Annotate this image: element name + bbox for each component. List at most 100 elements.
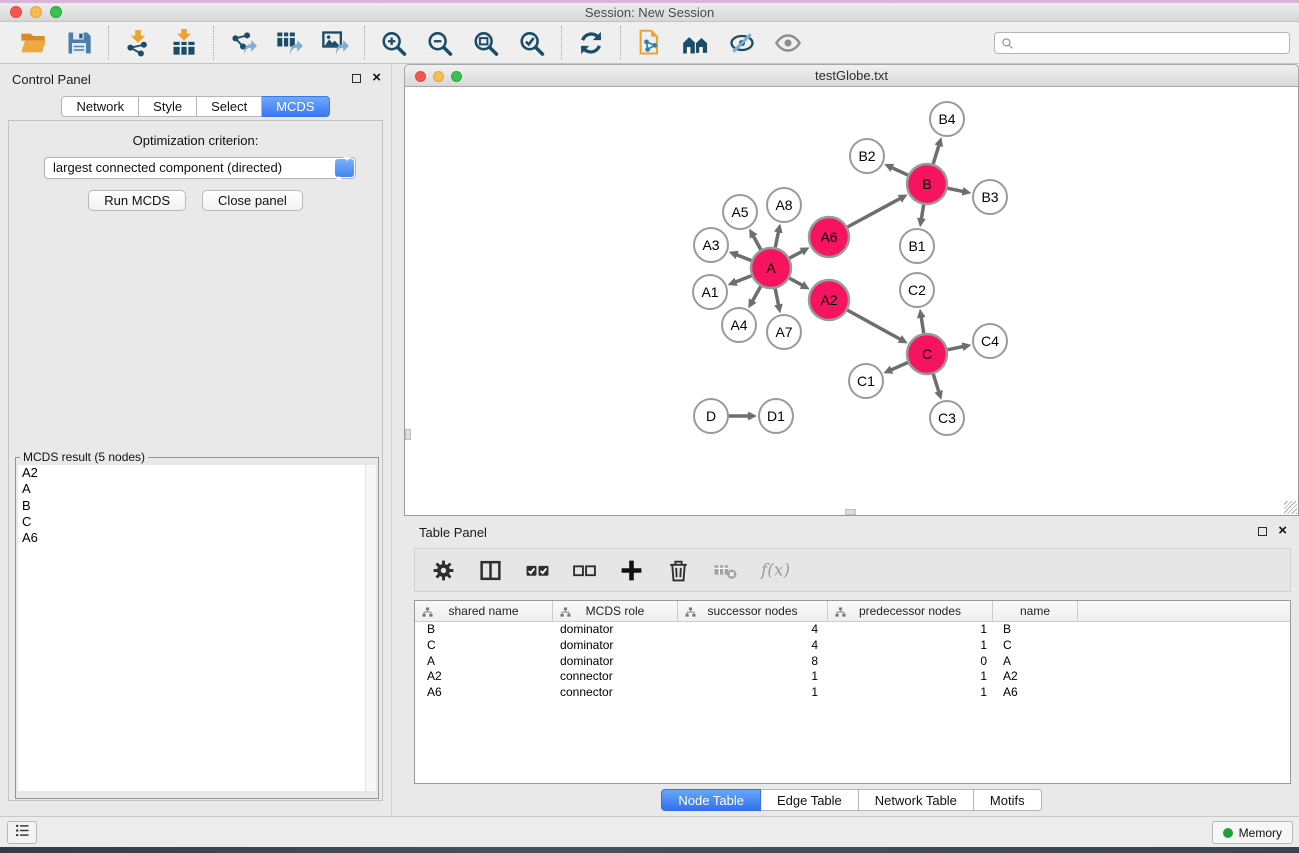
graph-edge-A-A8[interactable] (774, 224, 783, 249)
column-header-mcds-role[interactable]: MCDS role (553, 601, 678, 621)
window-resize-grip[interactable] (1284, 501, 1297, 514)
tab-edge-table[interactable]: Edge Table (761, 789, 859, 811)
tab-network-table[interactable]: Network Table (859, 789, 974, 811)
minimize-window-button[interactable] (30, 6, 42, 18)
graph-node-C2[interactable]: C2 (900, 273, 934, 307)
float-panel-icon[interactable] (352, 74, 361, 83)
zoom-window-button[interactable] (50, 6, 62, 18)
function-builder-icon[interactable]: f(x) (757, 555, 797, 585)
graph-node-B4[interactable]: B4 (930, 102, 964, 136)
column-header-successor-nodes[interactable]: successor nodes (678, 601, 828, 621)
graph-node-B2[interactable]: B2 (850, 139, 884, 173)
table-row[interactable]: A2connector11A2 (415, 669, 1290, 685)
import-network-icon[interactable] (122, 27, 154, 59)
refresh-view-icon[interactable] (575, 27, 607, 59)
list-scrollbar[interactable] (365, 465, 376, 791)
column-header-name[interactable]: name (993, 601, 1078, 621)
close-table-panel-icon[interactable]: × (1278, 525, 1287, 537)
graph-node-A2[interactable]: A2 (809, 280, 849, 320)
close-window-button[interactable] (10, 6, 22, 18)
graph-node-C1[interactable]: C1 (849, 364, 883, 398)
graph-node-A7[interactable]: A7 (767, 315, 801, 349)
graph-edge-A-A3[interactable] (729, 251, 753, 261)
graph-edge-B-B1[interactable] (917, 204, 926, 227)
graph-edge-A6-B[interactable] (847, 194, 908, 227)
zoom-selected-icon[interactable] (516, 27, 548, 59)
tab-mcds[interactable]: MCDS (262, 96, 329, 117)
mcds-result-item[interactable]: A (18, 481, 376, 497)
network-graph[interactable]: B4B2BB3A8A5A6A3B1AC2A1A2A4A7C4CC1DD1C3 (405, 87, 1298, 514)
table-row[interactable]: A6connector11A6 (415, 685, 1290, 701)
delete-row-icon[interactable] (663, 555, 693, 585)
graph-node-A4[interactable]: A4 (722, 308, 756, 342)
network-close-button[interactable] (415, 71, 426, 82)
birds-eye-handle-left[interactable] (405, 429, 411, 440)
graph-node-C4[interactable]: C4 (973, 324, 1007, 358)
criterion-dropdown[interactable]: largest connected component (directed) (44, 157, 356, 179)
hide-graphics-details-icon[interactable] (726, 27, 758, 59)
graph-edge-D-D1[interactable] (728, 412, 757, 421)
column-header-shared-name[interactable]: shared name (415, 601, 553, 621)
graph-edge-A-A1[interactable] (728, 275, 753, 286)
graph-edge-B-B4[interactable] (933, 137, 943, 165)
table-settings-icon[interactable] (428, 555, 458, 585)
import-table-icon[interactable] (168, 27, 200, 59)
graph-node-C[interactable]: C (907, 334, 947, 374)
export-image-icon[interactable] (319, 27, 351, 59)
graph-node-C3[interactable]: C3 (930, 401, 964, 435)
graph-edge-A-A7[interactable] (774, 288, 783, 314)
graph-edge-A-A2[interactable] (789, 278, 810, 290)
float-table-panel-icon[interactable] (1258, 527, 1267, 536)
graph-node-A5[interactable]: A5 (723, 195, 757, 229)
graph-node-B[interactable]: B (907, 164, 947, 204)
graph-node-B3[interactable]: B3 (973, 180, 1007, 214)
graph-node-D[interactable]: D (694, 399, 728, 433)
tab-style[interactable]: Style (139, 96, 197, 117)
birds-eye-handle-bottom[interactable] (845, 509, 856, 515)
table-row[interactable]: Adominator80A (415, 654, 1290, 670)
table-row[interactable]: Bdominator41B (415, 622, 1290, 638)
graph-node-A6[interactable]: A6 (809, 217, 849, 257)
graph-edge-B-B2[interactable] (884, 164, 909, 176)
zoom-in-icon[interactable] (378, 27, 410, 59)
memory-button[interactable]: Memory (1212, 821, 1293, 844)
tab-node-table[interactable]: Node Table (661, 789, 761, 811)
network-window-titlebar[interactable]: testGlobe.txt (404, 64, 1299, 87)
zoom-fit-icon[interactable] (470, 27, 502, 59)
network-minimize-button[interactable] (433, 71, 444, 82)
export-network-icon[interactable] (227, 27, 259, 59)
graph-edge-A2-C[interactable] (847, 310, 908, 344)
open-folder-icon[interactable] (17, 27, 49, 59)
select-all-icon[interactable] (522, 555, 552, 585)
graph-edge-C-C1[interactable] (883, 362, 908, 374)
graph-node-A3[interactable]: A3 (694, 228, 728, 262)
tab-select[interactable]: Select (197, 96, 262, 117)
home-layout-icon[interactable] (680, 27, 712, 59)
search-input[interactable] (1019, 34, 1285, 52)
close-panel-icon[interactable]: × (372, 72, 381, 84)
show-graphics-details-icon[interactable] (772, 27, 804, 59)
export-table-icon[interactable] (273, 27, 305, 59)
graph-node-A[interactable]: A (751, 248, 791, 288)
network-canvas[interactable]: B4B2BB3A8A5A6A3B1AC2A1A2A4A7C4CC1DD1C3 (404, 87, 1299, 516)
graph-edge-C-C2[interactable] (917, 309, 926, 334)
graph-edge-A-A6[interactable] (789, 247, 810, 258)
table-row[interactable]: Cdominator41C (415, 638, 1290, 654)
graph-node-A8[interactable]: A8 (767, 188, 801, 222)
task-history-button[interactable] (7, 821, 37, 844)
graph-edge-C-C4[interactable] (947, 342, 972, 351)
graph-edge-A-A4[interactable] (748, 285, 761, 308)
mcds-result-item[interactable]: C (18, 514, 376, 530)
delete-column-icon[interactable] (710, 555, 740, 585)
column-header-predecessor-nodes[interactable]: predecessor nodes (828, 601, 993, 621)
graph-edge-A-A5[interactable] (749, 229, 761, 251)
graph-edge-C-C3[interactable] (933, 373, 943, 400)
mcds-result-item[interactable]: A6 (18, 530, 376, 546)
deselect-all-icon[interactable] (569, 555, 599, 585)
tab-motifs[interactable]: Motifs (974, 789, 1042, 811)
save-session-icon[interactable] (63, 27, 95, 59)
graph-edge-B-B3[interactable] (947, 187, 972, 196)
tab-network[interactable]: Network (61, 96, 139, 117)
zoom-out-icon[interactable] (424, 27, 456, 59)
add-row-icon[interactable] (616, 555, 646, 585)
